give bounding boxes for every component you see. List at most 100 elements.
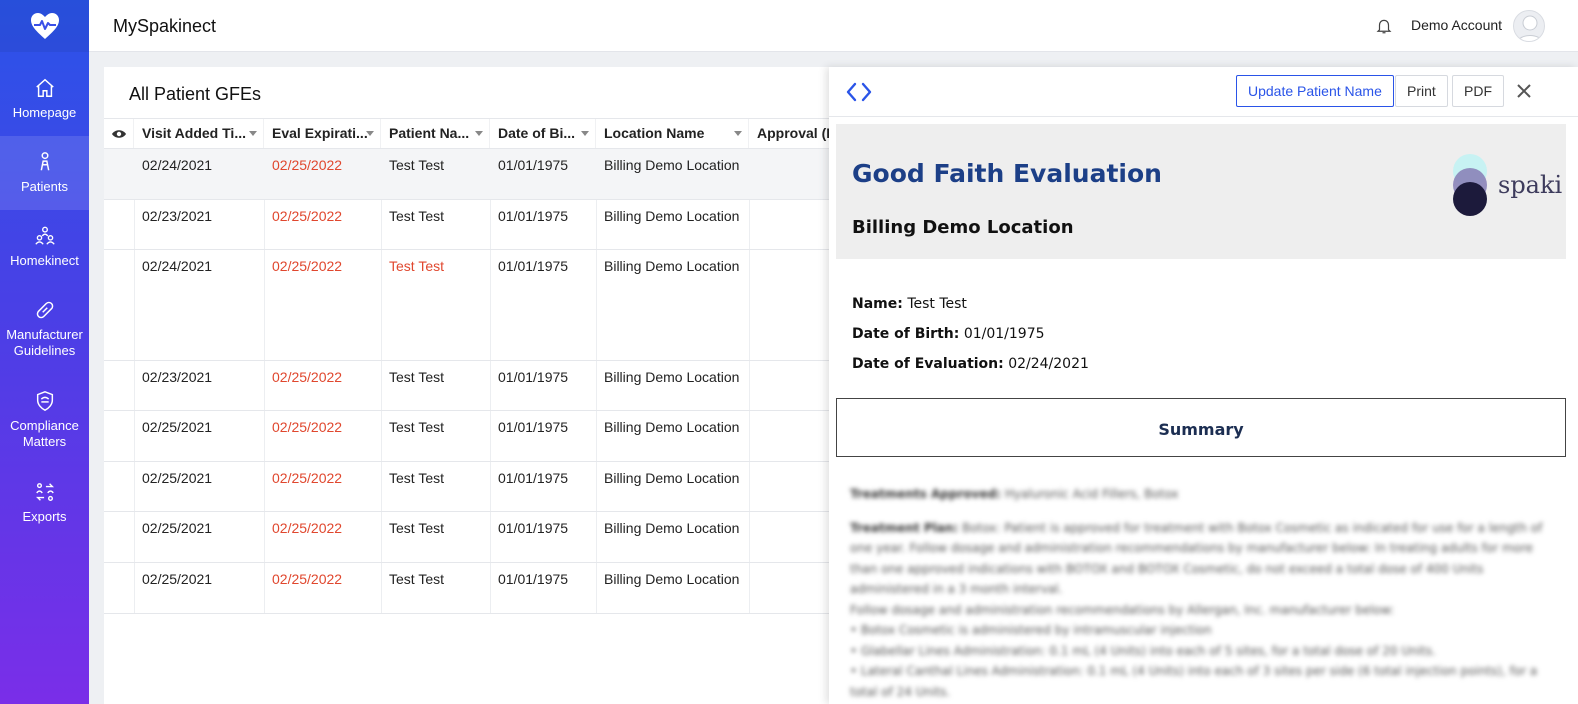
panel-title: All Patient GFEs [129,84,262,104]
column-visibility-toggle[interactable] [104,119,134,148]
column-header-eval-expiration[interactable]: Eval Expirati... [264,119,381,148]
cell-patient-name: Test Test [389,369,444,385]
sidebar: Homepage Patients Homekinect Manufacture… [0,0,89,704]
eye-icon [112,130,126,138]
table-row[interactable]: 02/23/2021 02/25/2022 Test Test 01/01/19… [104,361,844,411]
cell-eval-expiration: 02/25/2022 [272,470,343,486]
code-view-icon[interactable] [845,81,873,103]
heart-pulse-icon [30,13,59,39]
table-row[interactable]: 02/25/2021 02/25/2022 Test Test 01/01/19… [104,411,844,462]
cell-dob: 01/01/1975 [498,208,569,224]
table-row[interactable]: 02/25/2021 02/25/2022 Test Test 01/01/19… [104,462,844,512]
cell-eval-expiration: 02/25/2022 [272,369,343,385]
summary-heading: Summary [1158,420,1244,439]
document-title: Good Faith Evaluation [852,159,1162,188]
cell-location: Billing Demo Location [604,208,740,224]
cell-location: Billing Demo Location [604,571,740,587]
logo-wordmark: spaki [1498,171,1563,199]
column-header-label: Approval (P [757,125,836,141]
column-header-date-of-birth[interactable]: Date of Bi... [490,119,596,148]
column-header-patient-name[interactable]: Patient Na... [381,119,490,148]
column-header-visit-added[interactable]: Visit Added Ti... [134,119,264,148]
print-button[interactable]: Print [1395,75,1448,107]
bell-icon[interactable] [1375,17,1393,35]
cell-patient-name: Test Test [389,470,444,486]
transfer-icon [35,483,54,501]
guideline-bullet: • Botox Cosmetic is administered by intr… [850,623,1212,637]
cell-eval-expiration: 02/25/2022 [272,157,343,173]
table-header: Visit Added Ti... Eval Expirati... Patie… [104,118,844,149]
sidebar-item-patients[interactable]: Patients [0,136,89,210]
sort-caret-icon[interactable] [249,131,257,136]
cell-eval-expiration: 02/25/2022 [272,520,343,536]
plan-label: Treatment Plan: [850,520,959,535]
sidebar-item-compliance-matters[interactable]: Compliance Matters [0,374,89,466]
pdf-button[interactable]: PDF [1452,75,1504,107]
sort-caret-icon[interactable] [475,131,483,136]
column-header-location-name[interactable]: Location Name [596,119,749,148]
cell-eval-expiration: 02/25/2022 [272,258,343,274]
cell-location: Billing Demo Location [604,470,740,486]
table-row[interactable]: 02/23/2021 02/25/2022 Test Test 01/01/19… [104,200,844,250]
user-avatar-icon [1517,15,1543,41]
column-header-label: Date of Bi... [498,125,576,141]
table-row[interactable]: 02/25/2021 02/25/2022 Test Test 01/01/19… [104,512,844,563]
table-row[interactable]: 02/24/2021 02/25/2022 Test Test 01/01/19… [104,250,844,361]
table-row[interactable]: 02/25/2021 02/25/2022 Test Test 01/01/19… [104,563,844,614]
cell-patient-name: Test Test [389,157,444,173]
table-row[interactable]: 02/24/2021 02/25/2022 Test Test 01/01/19… [104,149,844,200]
treatments-approved: Treatments Approved: Hyaluronic Acid Fil… [850,484,1550,505]
avatar[interactable] [1513,10,1545,42]
blurred-summary-content: Treatments Approved: Hyaluronic Acid Fil… [850,484,1550,702]
sidebar-item-homepage[interactable]: Homepage [0,61,89,136]
sidebar-item-manufacturer-guidelines[interactable]: Manufacturer Guidelines [0,284,89,374]
cell-location: Billing Demo Location [604,520,740,536]
eval-value: 02/24/2021 [1008,356,1089,372]
sidebar-item-exports[interactable]: Exports [0,466,89,540]
patient-dob-line: Date of Birth: 01/01/1975 [852,326,1045,342]
column-header-label: Patient Na... [389,125,470,141]
cell-dob: 01/01/1975 [498,520,569,536]
treatments-label: Treatments Approved: [850,487,1001,501]
sort-caret-icon[interactable] [581,131,589,136]
cell-dob: 01/01/1975 [498,157,569,173]
account-name[interactable]: Demo Account [1411,17,1502,33]
sidebar-item-label: Compliance Matters [10,418,79,449]
detail-toolbar: Update Patient Name Print PDF [829,67,1578,117]
cell-dob: 01/01/1975 [498,258,569,274]
update-patient-name-button[interactable]: Update Patient Name [1236,75,1394,107]
cell-patient-name: Test Test [389,520,444,536]
cell-dob: 01/01/1975 [498,369,569,385]
guideline-bullet: • Glabellar Lines Administration: 0.1 mL… [850,643,1436,658]
document-header: Good Faith Evaluation Billing Demo Locat… [836,124,1566,259]
people-icon [34,226,55,245]
sidebar-item-homekinect[interactable]: Homekinect [0,210,89,284]
treatments-value: Hyaluronic Acid Fillers, Botox [1004,487,1179,501]
cell-visit-added: 02/25/2021 [142,571,213,587]
cell-patient-name[interactable]: Test Test [381,258,444,274]
cell-eval-expiration: 02/25/2022 [272,419,343,435]
cell-visit-added: 02/25/2021 [142,419,213,435]
sidebar-item-label: Manufacturer Guidelines [6,327,83,358]
bandage-icon [36,301,53,319]
cell-patient-name: Test Test [389,208,444,224]
sort-caret-icon[interactable] [366,131,374,136]
close-icon[interactable] [1515,82,1533,100]
dob-label: Date of Birth: [852,326,960,342]
eval-label: Date of Evaluation: [852,356,1004,372]
home-icon [35,78,54,97]
patient-icon [40,152,49,171]
guideline-bullet: • Lateral Canthal Lines Administration: … [850,664,1538,699]
patient-gfe-table-panel: All Patient GFEs Visit Added Ti... Eval … [104,67,844,704]
cell-location: Billing Demo Location [604,419,740,435]
cell-visit-added: 02/24/2021 [142,258,213,274]
column-header-label: Eval Expirati... [272,125,368,141]
sidebar-item-label: Patients [21,179,68,194]
summary-section-header: Summary [836,398,1566,457]
dob-value: 01/01/1975 [963,326,1045,342]
app-logo[interactable] [0,0,89,52]
cell-visit-added: 02/23/2021 [142,369,213,385]
gfe-detail-panel: Update Patient Name Print PDF Good Faith… [829,67,1578,704]
name-value: Test Test [907,296,967,312]
sort-caret-icon[interactable] [734,131,742,136]
